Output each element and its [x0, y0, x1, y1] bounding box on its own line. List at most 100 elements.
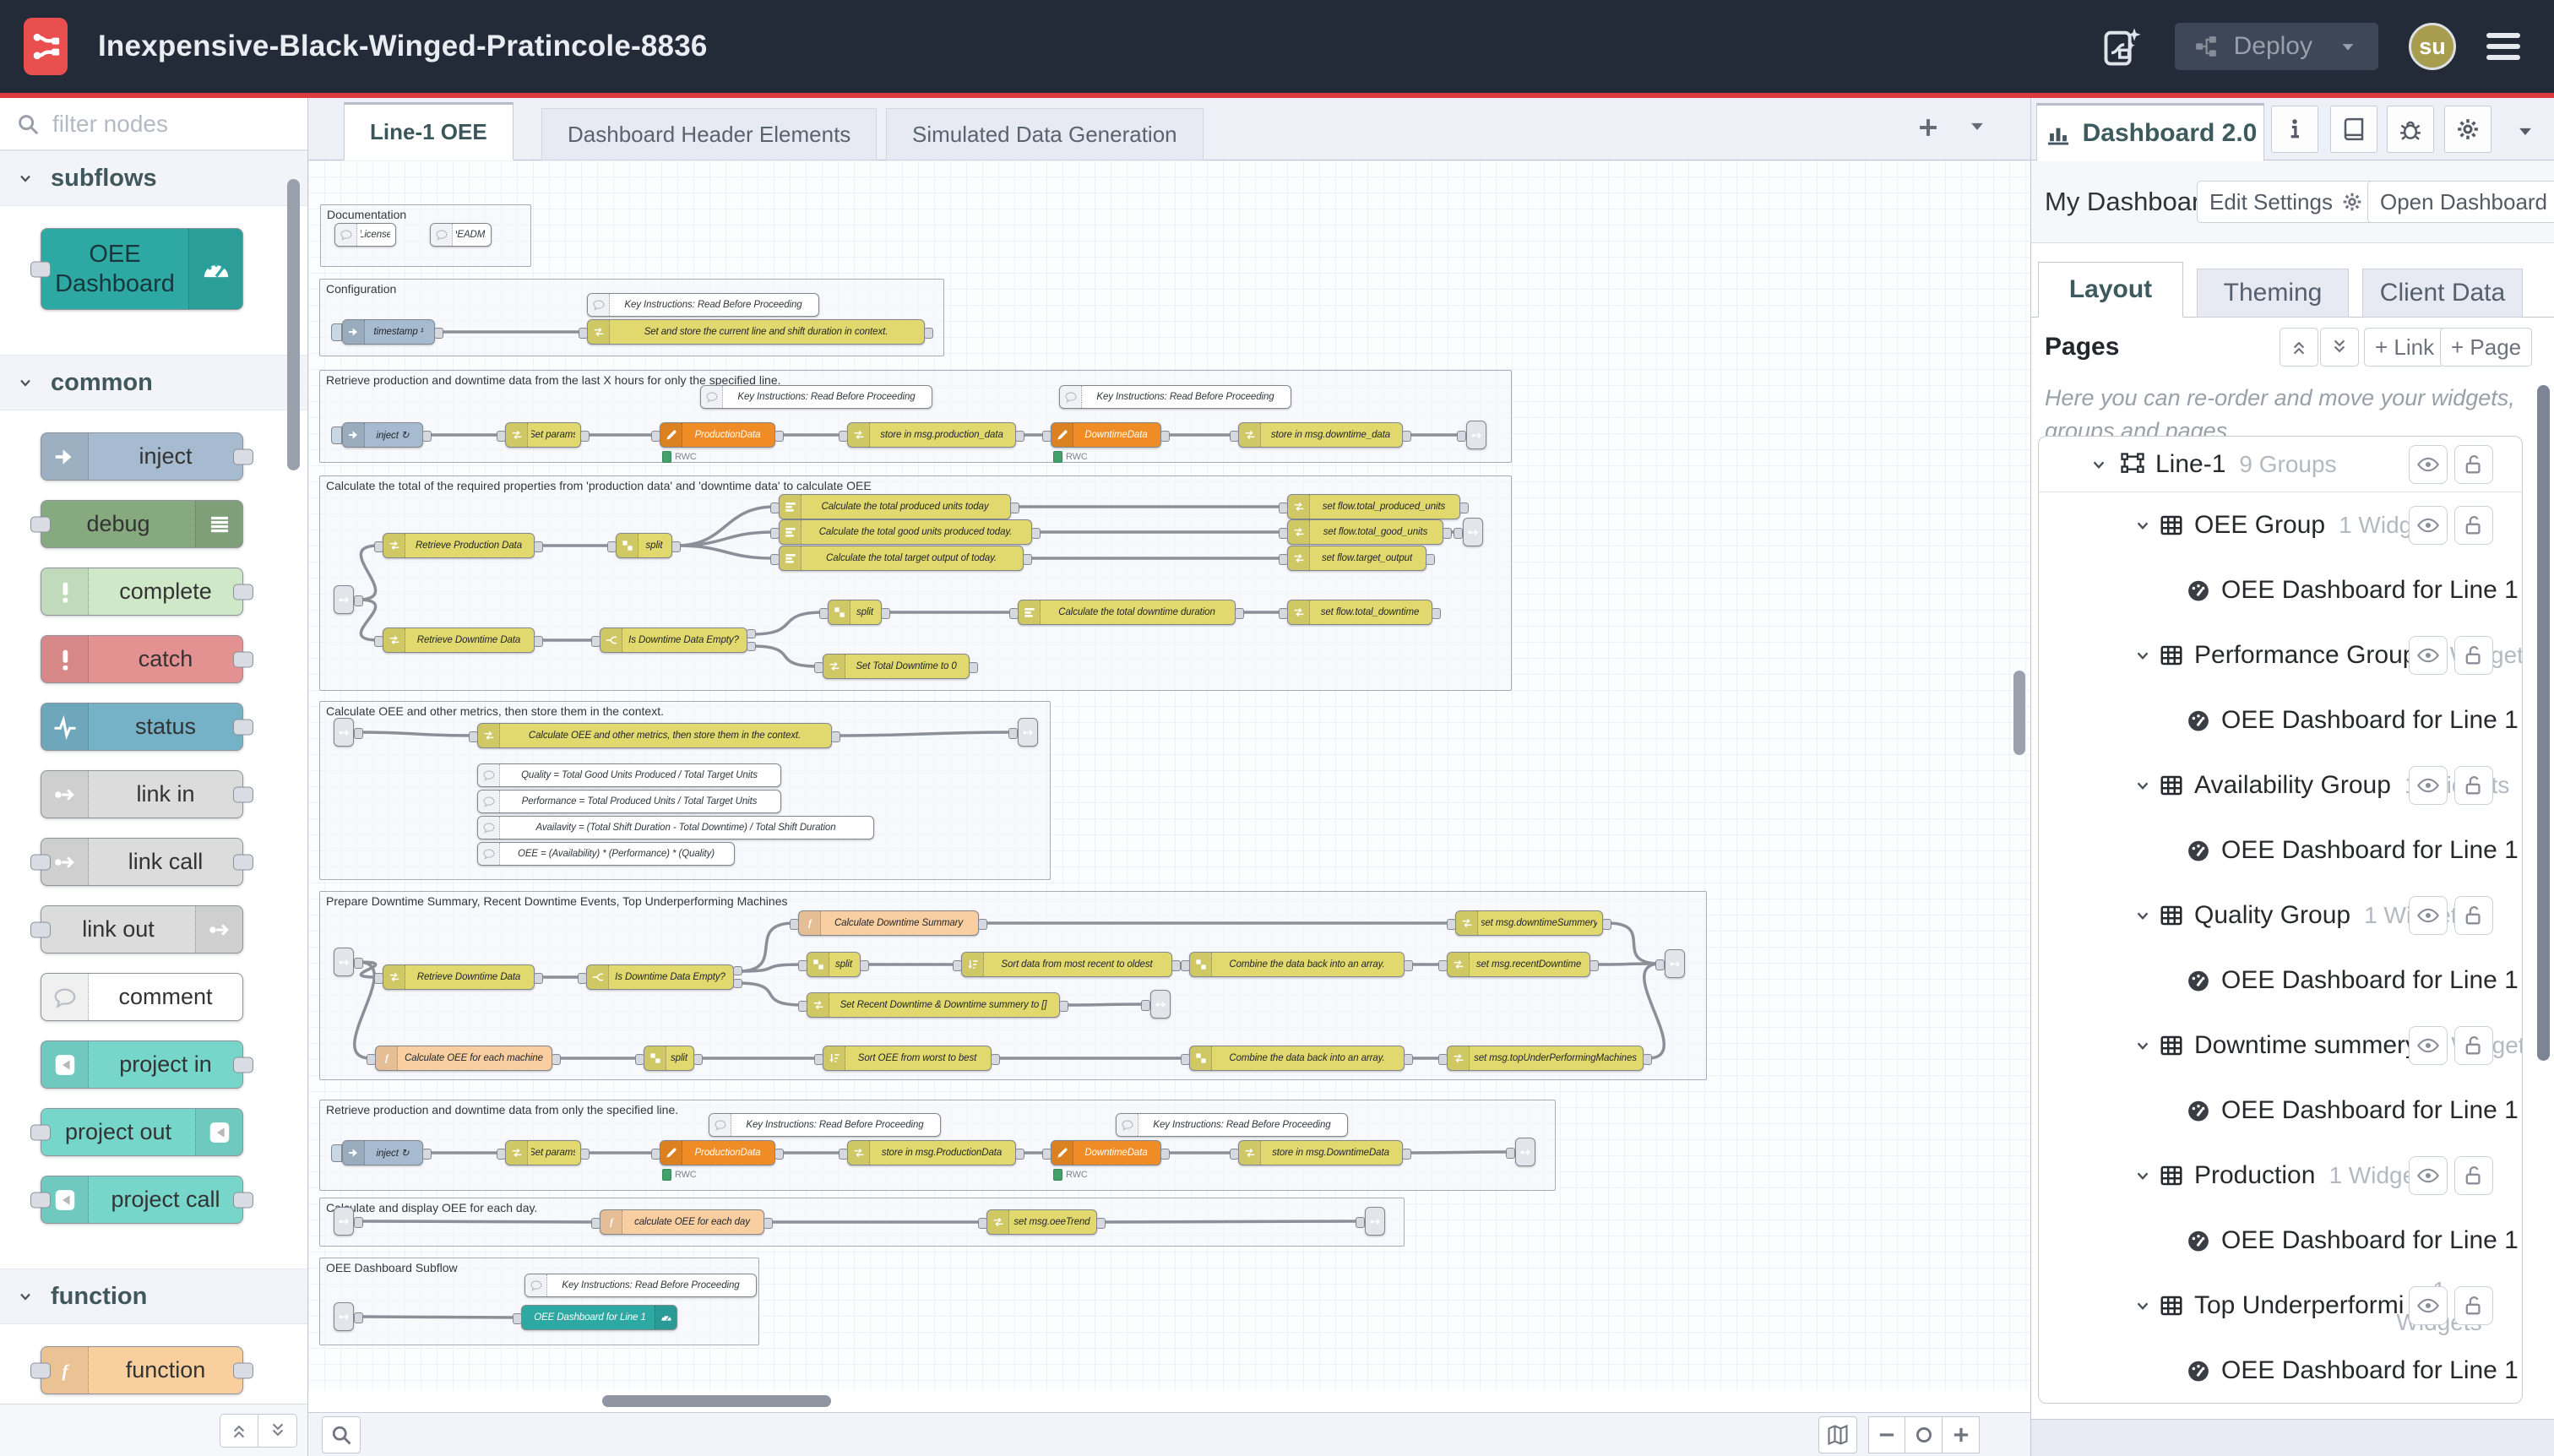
flow-node-h-li[interactable]: [334, 1207, 354, 1236]
flow-tab-line-1-oee[interactable]: Line-1 OEE: [344, 102, 514, 160]
flow-node-b-lo[interactable]: [1463, 518, 1483, 546]
zoom-reset-button[interactable]: [1905, 1416, 1943, 1453]
node-port-in[interactable]: [1279, 528, 1288, 539]
flow-node-h-lo[interactable]: [1365, 1207, 1385, 1236]
flow-node-a-lo[interactable]: [1466, 421, 1486, 449]
node-port-in[interactable]: [579, 328, 588, 339]
sidebar-tab-dashboard[interactable]: Dashboard 2.0: [2036, 103, 2264, 161]
canvas-horizontal-scrollbar[interactable]: [602, 1395, 831, 1407]
flow-node-c-ki4[interactable]: Key Instructions: Read Before Proceeding: [1116, 1113, 1348, 1137]
palette-scrollbar[interactable]: [287, 179, 300, 470]
node-port-out[interactable]: [1459, 503, 1469, 513]
add-flow-button[interactable]: [1914, 113, 1943, 142]
chevron-down-icon[interactable]: [2132, 1035, 2154, 1057]
node-port-out[interactable]: [580, 1149, 590, 1160]
flow-node-h-set[interactable]: set msg.oeeTrend: [986, 1209, 1097, 1235]
node-port-out[interactable]: [1023, 554, 1032, 565]
node-port-out[interactable]: [434, 328, 443, 339]
flow-list-caret-icon[interactable]: [1964, 113, 1990, 139]
flow-node-e-coee[interactable]: fCalculate OEE for each machine: [375, 1046, 552, 1071]
flow-tab-dashboard-header-elements[interactable]: Dashboard Header Elements: [541, 108, 877, 160]
flow-node-d-lo[interactable]: [1018, 718, 1038, 747]
node-port-out[interactable]: [534, 636, 543, 647]
node-port-in[interactable]: [770, 554, 780, 565]
flow-node-n-ts[interactable]: timestamp ¹: [342, 319, 435, 345]
node-port-out[interactable]: [1160, 1149, 1170, 1160]
node-port-out[interactable]: [1402, 1149, 1411, 1160]
node-port-out[interactable]: [1171, 960, 1181, 971]
flow-node-f-inject[interactable]: inject ↻: [342, 1140, 423, 1165]
flow-node-f-sprod[interactable]: store in msg.ProductionData: [847, 1140, 1016, 1165]
palette-category-common[interactable]: common: [0, 355, 307, 410]
flow-node-f-sdown[interactable]: store in msg.DowntimeData: [1238, 1140, 1403, 1165]
node-port-out[interactable]: [1160, 431, 1170, 442]
visibility-eye-button[interactable]: [2409, 506, 2448, 545]
inject-button[interactable]: [331, 1144, 342, 1162]
tree-row-group-performance-group[interactable]: Performance Group1 Widgets: [2039, 622, 2522, 687]
node-port-out[interactable]: [1432, 608, 1441, 619]
node-port-in[interactable]: [1230, 1149, 1239, 1160]
node-port-out[interactable]: [1602, 919, 1611, 930]
node-port-out-2[interactable]: [747, 642, 756, 651]
flow-node-b-split[interactable]: split: [616, 533, 672, 558]
node-port[interactable]: [233, 719, 253, 735]
flow-node-a-prod[interactable]: ProductionDataRWC: [660, 422, 775, 448]
chevron-down-icon[interactable]: [2132, 644, 2154, 666]
flow-node-b-li[interactable]: [334, 585, 354, 614]
palette-node-comment[interactable]: comment: [41, 973, 243, 1021]
node-port-in[interactable]: [798, 960, 807, 971]
tree-row-widget-oee-dashboard-for-line-1[interactable]: OEE Dashboard for Line 1: [2039, 557, 2522, 622]
flow-node-e-lo2[interactable]: [1150, 990, 1171, 1019]
canvas-vertical-scrollbar[interactable]: [2013, 671, 2025, 755]
palette-node-link-out[interactable]: link out: [41, 905, 243, 953]
chevron-down-icon[interactable]: [2132, 1165, 2154, 1187]
flow-node-e-comb[interactable]: Combine the data back into an array.: [1189, 952, 1405, 977]
flow-node-e-li[interactable]: [334, 948, 354, 976]
node-port-in[interactable]: [497, 431, 506, 442]
visibility-eye-button[interactable]: [2409, 1286, 2448, 1325]
palette-category-subflows[interactable]: subflows: [0, 150, 307, 206]
flow-node-c-ki0[interactable]: Key Instructions: Read Before Proceeding: [587, 293, 819, 317]
flow-node-b-s2[interactable]: set flow.total_good_units: [1287, 519, 1443, 545]
node-port[interactable]: [30, 921, 51, 937]
node-port-out[interactable]: [1443, 528, 1452, 539]
node-port[interactable]: [233, 854, 253, 870]
dashboard-subtab-layout[interactable]: Layout: [2038, 262, 2183, 318]
flow-node-b-rdd[interactable]: Retrieve Downtime Data: [383, 627, 535, 653]
palette-expand-all-button[interactable]: [258, 1414, 297, 1448]
node-port-in[interactable]: [790, 919, 799, 930]
tree-row-group-top-underperformi-[interactable]: Top Underperformi...1Widgets: [2039, 1273, 2522, 1338]
flow-group[interactable]: Configuration: [319, 279, 944, 356]
node-port[interactable]: [233, 1192, 253, 1208]
node-port-in[interactable]: [1279, 608, 1288, 619]
flow-node-b-c1[interactable]: Calculate the total produced units today: [779, 494, 1011, 519]
node-port-out[interactable]: [422, 431, 432, 442]
node-port-out[interactable]: [422, 1149, 432, 1160]
flow-group[interactable]: Calculate and display OEE for each day.: [319, 1198, 1405, 1247]
tree-row-widget-oee-dashboard-for-line-1[interactable]: OEE Dashboard for Line 1: [2039, 818, 2522, 883]
flow-node-e-split2[interactable]: split: [644, 1046, 694, 1071]
dashboard-subtab-client-data[interactable]: Client Data: [2362, 269, 2523, 318]
flow-node-a-sprod[interactable]: store in msg.production_data: [847, 422, 1016, 448]
node-port-in[interactable]: [513, 1313, 522, 1324]
flow-node-e-sempty[interactable]: Set Recent Downtime & Downtime summery t…: [807, 992, 1060, 1018]
node-port-out[interactable]: [534, 541, 543, 552]
visibility-eye-button[interactable]: [2409, 1156, 2448, 1195]
node-port-out[interactable]: [1015, 431, 1024, 442]
node-port-in[interactable]: [1181, 960, 1190, 971]
palette-node-project-out[interactable]: project out: [41, 1108, 243, 1156]
chevron-down-icon[interactable]: [2132, 1295, 2154, 1317]
flow-group[interactable]: OEE Dashboard Subflow: [319, 1258, 759, 1345]
node-port-out[interactable]: [1643, 1054, 1652, 1065]
flow-node-c-p[interactable]: Performance = Total Produced Units / Tot…: [477, 790, 781, 813]
tree-row-widget-oee-dashboard-for-line-1[interactable]: OEE Dashboard for Line 1: [2039, 1208, 2522, 1273]
node-port-in[interactable]: [1181, 1054, 1190, 1065]
node-port[interactable]: [233, 786, 253, 802]
flow-node-b-s1[interactable]: set flow.total_produced_units: [1287, 494, 1460, 519]
node-port-in[interactable]: [374, 973, 383, 984]
chevron-down-icon[interactable]: [2088, 454, 2110, 475]
node-port-out-2[interactable]: [733, 979, 742, 988]
node-port-in[interactable]: [651, 1149, 660, 1160]
visibility-eye-button[interactable]: [2409, 636, 2448, 675]
node-port-in[interactable]: [1042, 431, 1051, 442]
